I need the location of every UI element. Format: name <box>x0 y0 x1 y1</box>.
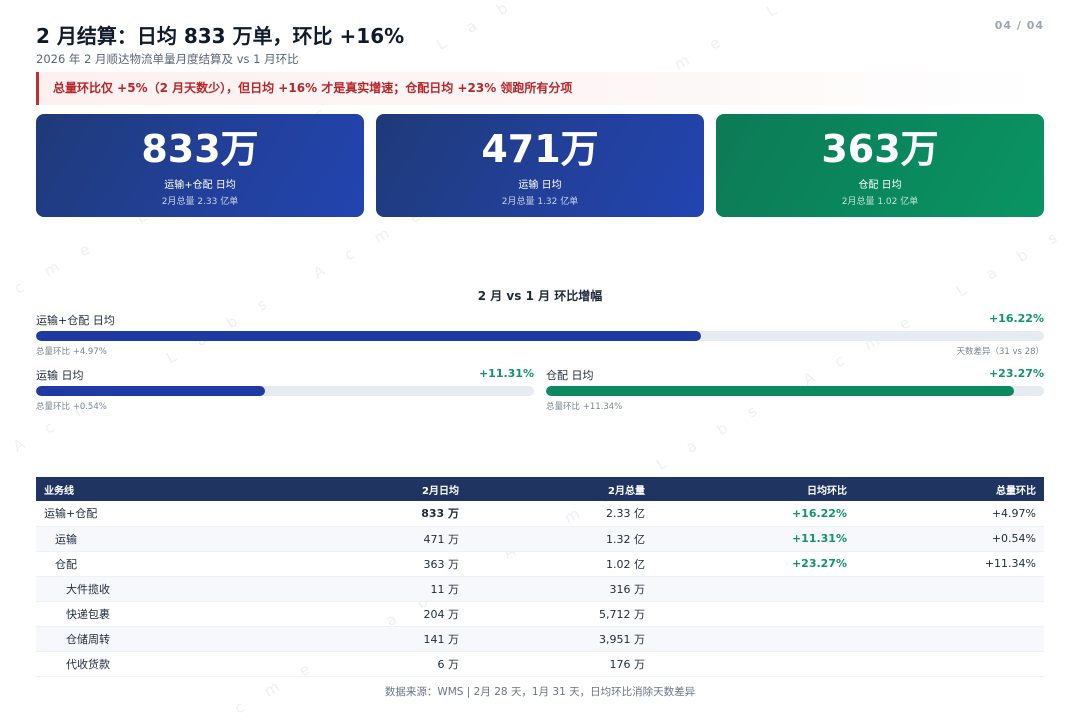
cell-daily: 471 万 <box>251 526 467 552</box>
cell-total: 2.33 亿 <box>467 501 653 527</box>
cell-daily: 833 万 <box>251 501 467 527</box>
growth-bar-total: 运输+仓配 日均 +16.22% 总量环比 +4.97% 天数差异（31 vs … <box>36 312 1044 357</box>
cell-daily-mom <box>653 601 855 627</box>
cell-daily-mom <box>653 651 855 677</box>
table-header-row: 业务线 2月日均 2月总量 日均环比 总量环比 <box>36 477 1044 501</box>
kpi-subtext: 2月总量 1.32 亿单 <box>501 197 579 207</box>
cell-total: 176 万 <box>467 651 653 677</box>
bar-fill <box>36 386 266 396</box>
bar-percent: +11.31% <box>478 367 534 380</box>
table-row: 代收货款 6 万 176 万 <box>36 651 1044 677</box>
bar-track <box>36 386 534 396</box>
bar-percent: +16.22% <box>988 312 1044 325</box>
cell-business-line: 运输 <box>36 526 251 552</box>
bar-note-days: 天数差异（31 vs 28） <box>956 347 1045 357</box>
bar-percent: +23.27% <box>988 367 1044 380</box>
kpi-value: 363万 <box>821 127 939 171</box>
cell-total: 3,951 万 <box>467 626 653 652</box>
kpi-cards: 833万 运输+仓配 日均 2月总量 2.33 亿单 471万 运输 日均 2月… <box>36 114 1044 217</box>
column-header: 2月日均 <box>422 485 459 497</box>
bar-note: 总量环比 +0.54% <box>36 402 107 412</box>
key-insight-callout: 总量环比仅 +5%（2 月天数少），但日均 +16% 才是真实增速；仓配日均 +… <box>36 72 1044 105</box>
kpi-subtext: 2月总量 1.02 亿单 <box>841 197 919 207</box>
cell-daily-mom: +23.27% <box>653 551 855 577</box>
table-row: 运输+仓配 833 万 2.33 亿 +16.22% +4.97% <box>36 501 1044 527</box>
cell-total-mom: +11.34% <box>855 551 1044 577</box>
cell-total-mom: +0.54% <box>855 526 1044 552</box>
bar-track <box>36 331 1044 341</box>
kpi-subtext: 2月总量 2.33 亿单 <box>161 197 239 207</box>
cell-total-mom: +4.97% <box>855 501 1044 527</box>
bar-track <box>546 386 1044 396</box>
cell-total: 1.02 亿 <box>467 551 653 577</box>
slide-page: 04 / 04 2 月结算：日均 833 万单，环比 +16% 2026 年 2… <box>36 0 1044 720</box>
kpi-value: 833万 <box>141 127 259 171</box>
cell-total-mom <box>855 576 1044 602</box>
cell-total-mom <box>855 651 1044 677</box>
cell-total: 1.32 亿 <box>467 526 653 552</box>
column-header: 日均环比 <box>807 485 847 497</box>
cell-daily: 141 万 <box>251 626 467 652</box>
cell-total: 316 万 <box>467 576 653 602</box>
growth-bar-transport: 运输 日均 +11.31% 总量环比 +0.54% <box>36 367 534 412</box>
page-number: 04 / 04 <box>994 19 1044 32</box>
bar-fill <box>36 331 702 341</box>
table-row: 大件揽收 11 万 316 万 <box>36 576 1044 602</box>
table-row: 运输 471 万 1.32 亿 +11.31% +0.54% <box>36 526 1044 552</box>
bar-note: 总量环比 +4.97% <box>36 347 107 357</box>
kpi-label: 运输 日均 <box>518 180 562 191</box>
cell-business-line: 仓储周转 <box>36 626 251 652</box>
cell-daily-mom: +11.31% <box>653 526 855 552</box>
kpi-card-total: 833万 运输+仓配 日均 2月总量 2.33 亿单 <box>36 114 364 217</box>
cell-daily: 11 万 <box>251 576 467 602</box>
cell-business-line: 运输+仓配 <box>36 501 251 527</box>
cell-daily-mom <box>653 626 855 652</box>
kpi-value: 471万 <box>481 127 599 171</box>
growth-section-title: 2 月 vs 1 月 环比增幅 <box>477 289 603 303</box>
table-row: 仓储周转 141 万 3,951 万 <box>36 626 1044 652</box>
bar-fill <box>546 386 1015 396</box>
cell-daily: 6 万 <box>251 651 467 677</box>
page-subtitle: 2026 年 2 月顺达物流单量月度结算及 vs 1 月环比 <box>36 52 299 66</box>
cell-total-mom <box>855 601 1044 627</box>
kpi-label: 运输+仓配 日均 <box>164 180 236 191</box>
column-header: 2月总量 <box>608 485 645 497</box>
cell-daily: 204 万 <box>251 601 467 627</box>
settlement-table: 业务线 2月日均 2月总量 日均环比 总量环比 运输+仓配 833 万 2.33… <box>36 477 1044 677</box>
cell-total: 5,712 万 <box>467 601 653 627</box>
table-row: 快递包裹 204 万 5,712 万 <box>36 601 1044 627</box>
bar-label: 仓配 日均 <box>546 369 594 382</box>
cell-total-mom <box>855 626 1044 652</box>
cell-business-line: 代收货款 <box>36 651 251 677</box>
bar-label: 运输+仓配 日均 <box>36 314 115 327</box>
column-header: 业务线 <box>44 485 74 497</box>
cell-business-line: 大件揽收 <box>36 576 251 602</box>
kpi-card-warehouse: 363万 仓配 日均 2月总量 1.02 亿单 <box>716 114 1044 217</box>
growth-bar-warehouse: 仓配 日均 +23.27% 总量环比 +11.34% <box>546 367 1044 412</box>
bar-label: 运输 日均 <box>36 369 84 382</box>
data-source-footer: 数据来源：WMS | 2月 28 天，1月 31 天，日均环比消除天数差异 <box>384 686 696 698</box>
column-header: 总量环比 <box>996 485 1036 497</box>
kpi-label: 仓配 日均 <box>858 180 902 191</box>
cell-business-line: 仓配 <box>36 551 251 577</box>
page-title: 2 月结算：日均 833 万单，环比 +16% <box>36 24 405 48</box>
cell-business-line: 快递包裹 <box>36 601 251 627</box>
bar-note: 总量环比 +11.34% <box>546 402 623 412</box>
cell-daily-mom <box>653 576 855 602</box>
table-row: 仓配 363 万 1.02 亿 +23.27% +11.34% <box>36 551 1044 577</box>
cell-daily: 363 万 <box>251 551 467 577</box>
cell-daily-mom: +16.22% <box>653 501 855 527</box>
kpi-card-transport: 471万 运输 日均 2月总量 1.32 亿单 <box>376 114 704 217</box>
